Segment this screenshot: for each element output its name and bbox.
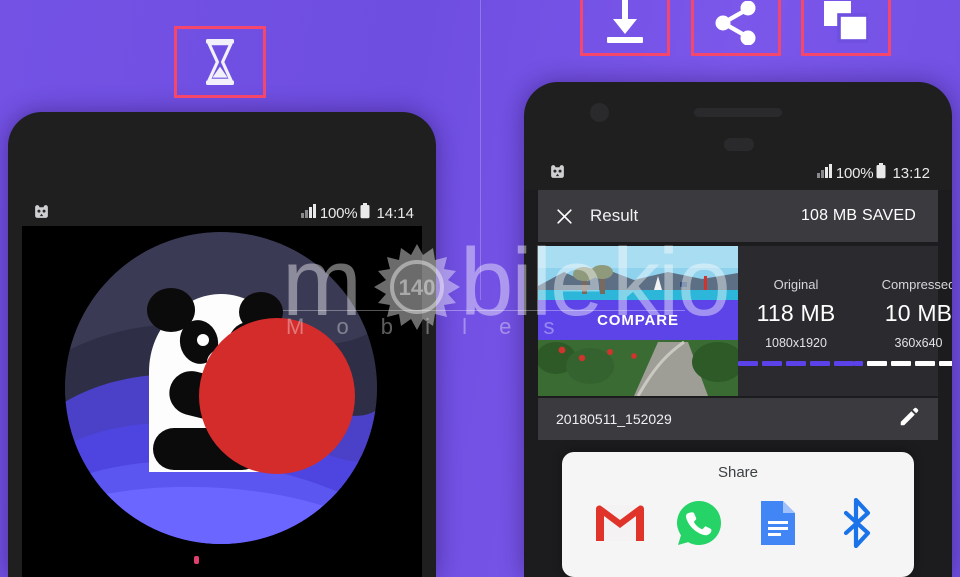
bar-segment	[810, 360, 830, 366]
share-sheet-title: Share	[717, 464, 759, 481]
bar-segment	[738, 360, 758, 366]
boot-dot	[194, 556, 199, 564]
bar-segment	[854, 360, 863, 366]
battery-percent-label: 100%	[835, 164, 874, 182]
left-statusbar-indicators: 100% 14:14	[300, 203, 414, 223]
bar-segment	[786, 360, 806, 366]
proximity-sensor	[724, 138, 754, 151]
share-app-google-docs[interactable]	[750, 495, 806, 551]
google-docs-icon	[760, 501, 795, 545]
front-camera	[590, 103, 609, 122]
right-statusbar-app-icon-wrap	[549, 163, 566, 184]
battery-full-icon	[360, 203, 370, 223]
share-app-whatsapp[interactable]	[671, 495, 727, 551]
share-icon	[715, 1, 756, 45]
copy-layers-icon	[824, 1, 868, 43]
panel-divider	[480, 0, 481, 300]
panda-splash-illustration	[65, 232, 377, 544]
stat-compressed-dimensions: 360x640	[894, 335, 943, 350]
stat-compressed-size: 10 MB	[884, 299, 952, 326]
compare-card: COMPARE Original 118 MB 1080x1920 Compre…	[538, 246, 952, 396]
left-phone-screen	[22, 226, 422, 577]
battery-percent-label: 100%	[319, 204, 358, 222]
bar-segment	[762, 360, 782, 366]
share-sheet: Share	[562, 452, 914, 577]
whatsapp-icon	[676, 501, 721, 545]
left-status-bar: 100% 14:14	[8, 196, 436, 230]
clock-label: 14:14	[376, 204, 414, 222]
stat-compressed-label: Compressed	[881, 276, 952, 292]
clock-label: 13:12	[892, 164, 930, 182]
battery-full-icon	[876, 163, 886, 183]
stat-original-label: Original	[773, 276, 819, 292]
share-app-bluetooth[interactable]	[829, 495, 885, 551]
saved-amount-label: 108 MB SAVED	[800, 207, 916, 224]
compare-button[interactable]: COMPARE	[538, 300, 738, 340]
result-title: Result	[590, 206, 639, 225]
hourglass-icon	[206, 39, 234, 85]
close-button[interactable]	[538, 207, 590, 226]
filename-label: 20180511_152029	[556, 411, 672, 427]
right-status-bar: 100% 13:12	[524, 156, 952, 190]
bluetooth-icon	[843, 498, 870, 548]
filename-row[interactable]: 20180511_152029	[538, 398, 938, 440]
screenshot-root: 100% 14:14 100% 13:12 Result 108 MB SAVE…	[0, 0, 960, 577]
pencil-edit-icon[interactable]	[898, 406, 920, 433]
left-statusbar-app-icon-wrap	[33, 203, 50, 224]
bar-segment	[915, 360, 935, 366]
annotation-hourglass	[174, 26, 266, 98]
panda-app-icon	[549, 163, 566, 184]
stat-compressed-bar	[854, 360, 952, 366]
right-statusbar-indicators: 100% 13:12	[816, 163, 930, 183]
bar-segment	[834, 360, 854, 366]
earpiece-speaker	[694, 108, 782, 117]
compression-stats: Original 118 MB 1080x1920 Compressed 10 …	[738, 246, 952, 396]
share-app-list	[562, 481, 914, 551]
download-icon	[607, 0, 643, 43]
bar-segment	[939, 360, 952, 366]
panda-artwork	[65, 232, 377, 544]
result-app-bar: Result 108 MB SAVED	[538, 190, 938, 242]
stat-original-size: 118 MB	[756, 299, 836, 326]
stat-original-dimensions: 1080x1920	[765, 335, 827, 350]
signal-bars-icon	[300, 204, 317, 222]
stat-original-bar	[738, 360, 854, 366]
beach-photo-thumbnail[interactable]: COMPARE	[538, 246, 738, 396]
bar-segment	[867, 360, 887, 366]
annotation-batch	[801, 0, 891, 56]
right-phone-screen: Result 108 MB SAVED COMPARE Original 118…	[524, 190, 952, 577]
annotation-share	[691, 0, 781, 56]
gmail-icon	[595, 505, 644, 541]
bar-segment	[891, 360, 911, 366]
stat-original: Original 118 MB 1080x1920	[738, 246, 854, 396]
share-app-gmail[interactable]	[592, 495, 648, 551]
close-icon	[556, 208, 572, 224]
annotation-download	[580, 0, 670, 56]
stat-compressed: Compressed 10 MB 360x640	[854, 246, 952, 396]
panda-app-icon	[33, 203, 50, 224]
signal-bars-icon	[816, 164, 833, 182]
